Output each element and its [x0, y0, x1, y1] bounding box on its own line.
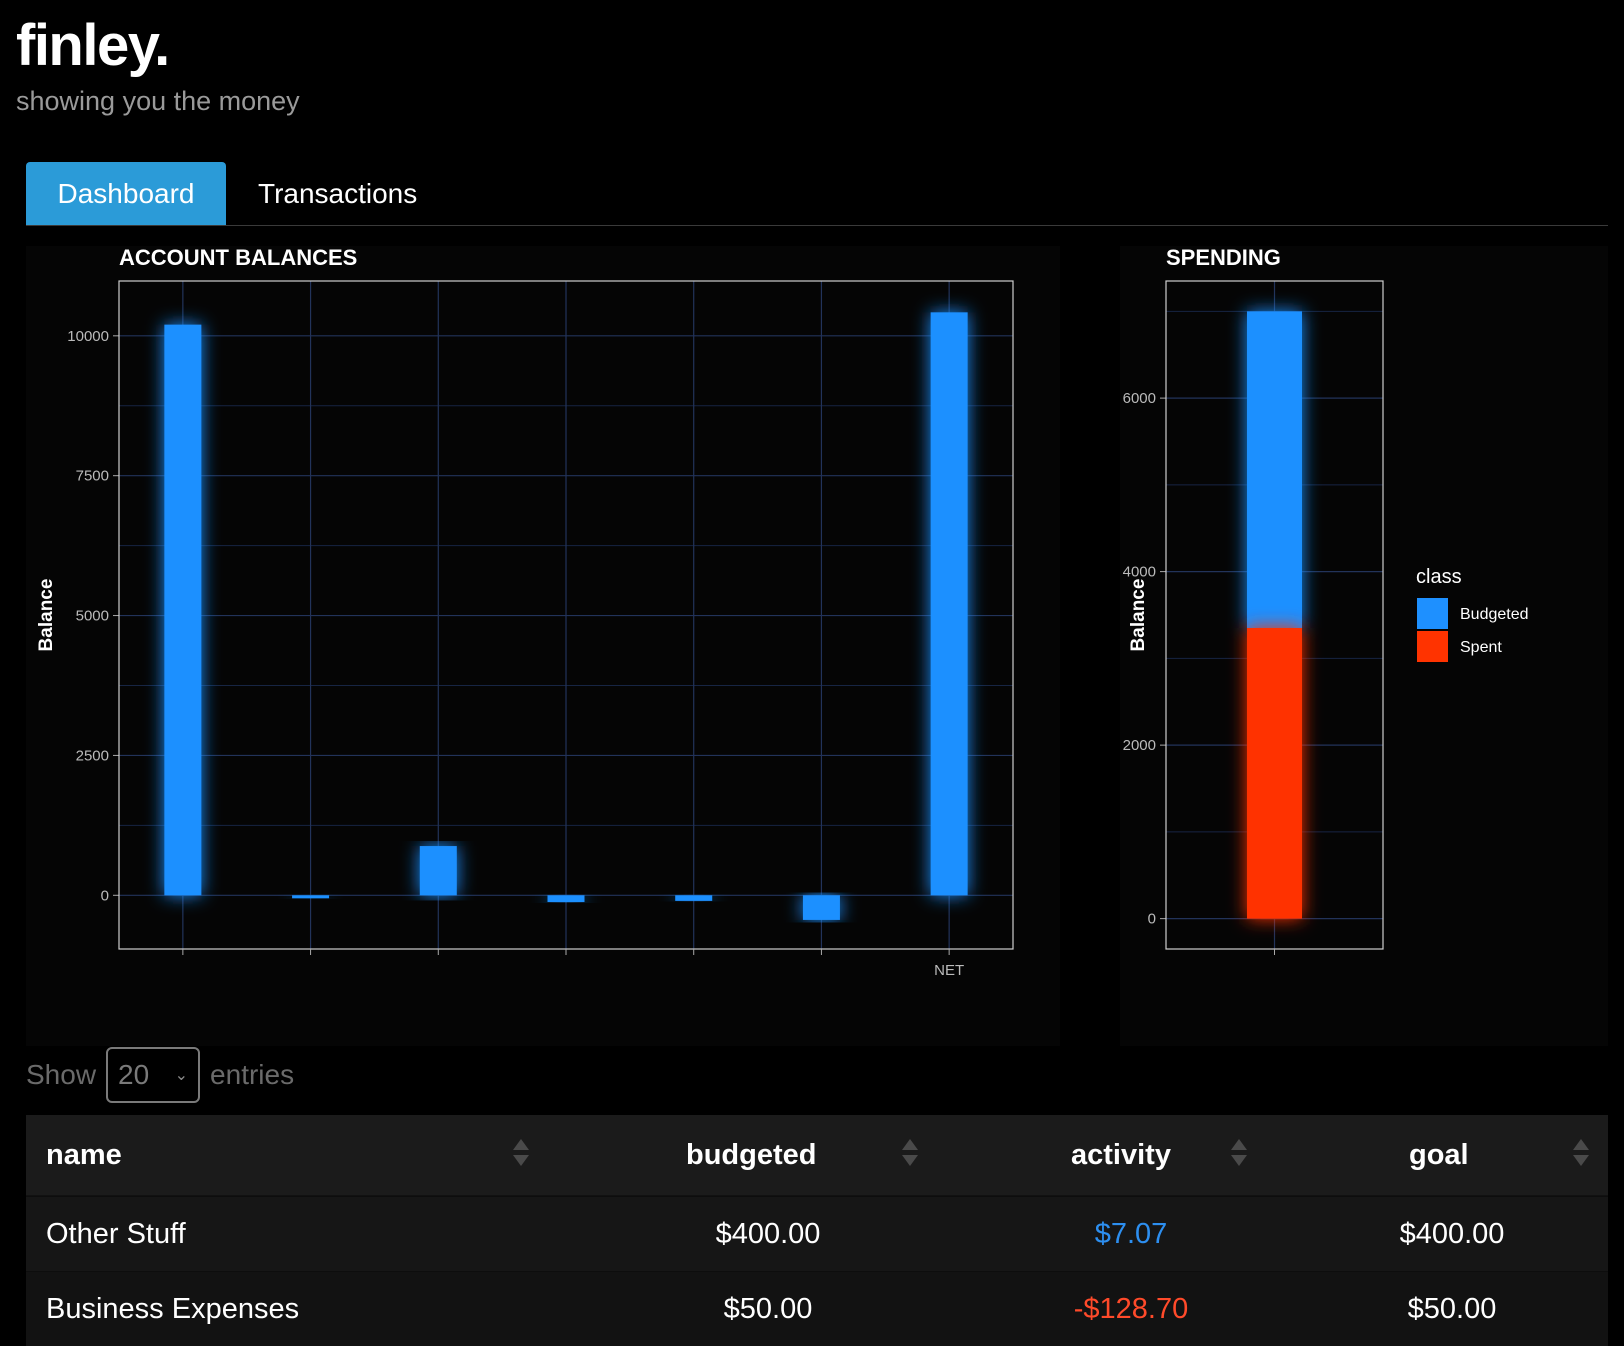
entries-show-label: Show [26, 1059, 97, 1090]
entries-select-value: 20 [118, 1059, 150, 1090]
bar [547, 895, 585, 903]
table-header-row: name budgeted activity goal [26, 1115, 1608, 1196]
brand-subtitle: showing you the money [16, 86, 300, 116]
y-axis-label: Balance [1128, 579, 1149, 652]
sort-icon[interactable] [901, 1139, 919, 1171]
bar [675, 895, 713, 901]
legend-title: class [1416, 566, 1462, 588]
column-header-budgeted[interactable]: budgeted [686, 1115, 817, 1195]
legend-label: Spent [1460, 639, 1502, 656]
table-body: Other Stuff $400.00 $7.07 $400.00 Busine… [26, 1196, 1608, 1346]
brand-title: finley. [16, 13, 170, 78]
cell-activity: -$128.70 [1073, 1293, 1189, 1325]
y-tick-label: 4000 [1123, 564, 1156, 581]
entries-select[interactable]: 20 ⌄ [106, 1047, 201, 1103]
tab-transactions[interactable]: Transactions [228, 162, 447, 225]
budget-table: name budgeted activity goal Other Stuff … [26, 1115, 1608, 1346]
bar [164, 324, 202, 896]
cell-goal: $50.00 [1407, 1293, 1497, 1325]
y-axis-label: Balance [36, 579, 57, 652]
cell-budgeted: $50.00 [723, 1293, 813, 1325]
column-header-goal[interactable]: goal [1409, 1115, 1469, 1195]
y-tick-label: 0 [1148, 911, 1156, 928]
cell-goal: $400.00 [1399, 1218, 1505, 1250]
y-tick-label: 2000 [1123, 737, 1156, 754]
bar [419, 846, 457, 896]
bar-budgeted [1247, 311, 1302, 629]
cell-budgeted: $400.00 [715, 1218, 821, 1250]
column-header-activity[interactable]: activity [1071, 1115, 1171, 1195]
brand: finley. showing you the money [16, 14, 300, 117]
y-tick-label: 2500 [76, 747, 109, 764]
sort-icon[interactable] [1572, 1139, 1590, 1171]
legend-label: Budgeted [1460, 606, 1529, 623]
legend-swatch [1417, 598, 1448, 629]
entries-suffix-label: entries [210, 1059, 295, 1090]
sort-icon[interactable] [1230, 1139, 1248, 1171]
legend-swatch [1417, 631, 1448, 662]
y-tick-label: 5000 [76, 608, 109, 625]
chevron-down-icon: ⌄ [174, 1067, 189, 1084]
table-row[interactable]: Other Stuff $400.00 $7.07 $400.00 [26, 1196, 1608, 1271]
tab-dashboard[interactable]: Dashboard [26, 162, 226, 225]
x-tick-label: NET [934, 962, 964, 979]
account-balances-chart: ACCOUNT BALANCES 0 2500 5000 7500 10000 NET Bal… [36, 246, 1014, 979]
bar [292, 895, 330, 899]
column-header-name[interactable]: name [46, 1115, 122, 1195]
spending-panel: SPENDING 0 2000 4000 6000 Balance class Budgete… [1120, 246, 1608, 1046]
bar [802, 895, 840, 920]
cell-name: Business Expenses [46, 1293, 300, 1325]
y-tick-label: 0 [101, 887, 109, 904]
bar-spent [1247, 628, 1302, 919]
account-balances-panel: ACCOUNT BALANCES 0 2500 5000 7500 10000 NET Bal… [26, 246, 1060, 1046]
entries-control: Show 20 ⌄ entries [26, 1046, 294, 1104]
spending-chart: SPENDING 0 2000 4000 6000 Balance class Budgete… [1123, 246, 1529, 955]
table-row[interactable]: Business Expenses $50.00 -$128.70 $50.00 [26, 1271, 1608, 1346]
y-tick-label: 7500 [76, 468, 109, 485]
chart-title: ACCOUNT BALANCES [119, 246, 357, 270]
bar [930, 312, 968, 896]
sort-icon[interactable] [512, 1139, 530, 1171]
chart-title: SPENDING [1166, 246, 1281, 270]
y-tick-label: 10000 [67, 328, 109, 345]
y-tick-label: 6000 [1123, 390, 1156, 407]
cell-name: Other Stuff [46, 1218, 186, 1250]
cell-activity: $7.07 [1094, 1218, 1168, 1250]
tab-bar: Dashboard Transactions [26, 162, 1608, 226]
